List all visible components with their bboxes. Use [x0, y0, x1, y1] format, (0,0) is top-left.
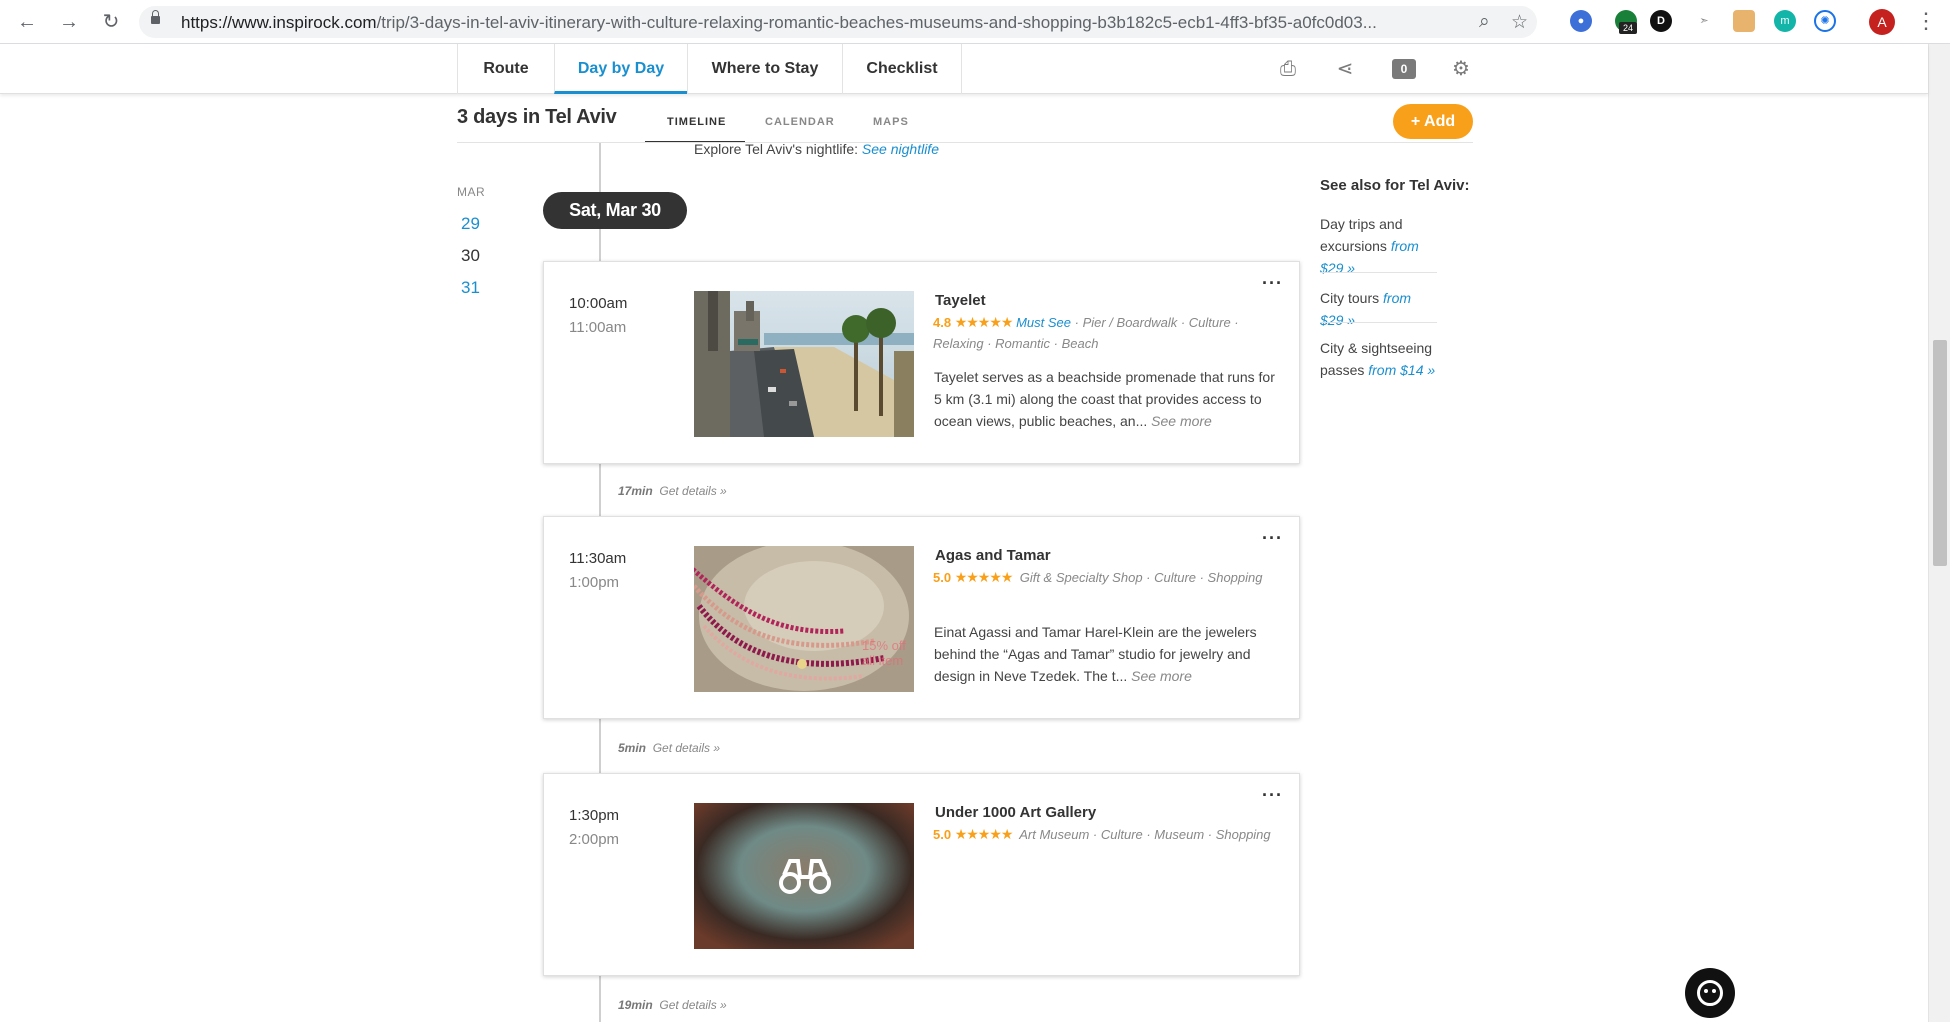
- activity-title[interactable]: Under 1000 Art Gallery: [935, 804, 1096, 821]
- see-more-link[interactable]: See more: [1131, 668, 1192, 684]
- travel-segment: 17min Get details »: [618, 484, 727, 498]
- agas-and-tamar-photo[interactable]: 15% off all item: [694, 546, 914, 692]
- get-details-link[interactable]: Get details »: [653, 741, 720, 755]
- view-tab-calendar[interactable]: CALENDAR: [765, 116, 835, 128]
- extension-icon-2[interactable]: 24: [1615, 10, 1637, 34]
- see-also-title: See also for Tel Aviv:: [1320, 177, 1470, 194]
- discount-overlay: 15% off all item: [862, 638, 906, 668]
- rating-value: 4.8: [933, 315, 952, 330]
- see-also-day-trips[interactable]: Day trips and excursions from $29 »: [1320, 213, 1438, 279]
- trip-title: 3 days in Tel Aviv: [457, 106, 617, 128]
- nightlife-note: Explore Tel Aviv's nightlife: See nightl…: [694, 141, 939, 157]
- browser-toolbar: ← → ↻ https://www.inspirock.com/trip/3-d…: [0, 0, 1950, 44]
- date-30[interactable]: 30: [461, 246, 480, 266]
- activity-description: Tayelet serves as a beachside promenade …: [934, 369, 1275, 429]
- share-icon[interactable]: ⋖: [1333, 58, 1357, 80]
- extension-icon-7[interactable]: ✺: [1814, 10, 1836, 32]
- forward-icon[interactable]: →: [56, 9, 82, 35]
- tab-route[interactable]: Route: [457, 44, 554, 94]
- settings-gear-icon[interactable]: ⚙: [1449, 58, 1473, 80]
- see-also-city-tours[interactable]: City tours from $29 »: [1320, 287, 1438, 331]
- see-nightlife-link[interactable]: See nightlife: [862, 141, 939, 157]
- rating-value: 5.0: [933, 827, 952, 842]
- extension-icon-1[interactable]: ●: [1570, 10, 1592, 32]
- get-details-link[interactable]: Get details »: [659, 484, 726, 498]
- tab-checklist[interactable]: Checklist: [842, 44, 962, 94]
- url-text[interactable]: https://www.inspirock.com/trip/3-days-in…: [181, 13, 1481, 33]
- card-more-icon[interactable]: ···: [1262, 273, 1283, 294]
- profile-avatar[interactable]: A: [1869, 9, 1895, 35]
- month-label: MAR: [457, 185, 486, 199]
- extension-icon-3[interactable]: D: [1650, 10, 1672, 32]
- star-rating-icon: ★★★★★: [954, 569, 1014, 585]
- activity-title[interactable]: Tayelet: [935, 292, 986, 309]
- tags: Art Museum · Culture · Museum · Shopping: [1019, 827, 1271, 842]
- tab-day-by-day[interactable]: Day by Day: [554, 44, 687, 94]
- card-more-icon[interactable]: ···: [1262, 528, 1283, 549]
- services-button[interactable]: [1685, 968, 1735, 1018]
- start-time: 11:30am: [569, 550, 627, 567]
- see-also-passes[interactable]: City & sightseeing passes from $14 »: [1320, 337, 1438, 381]
- comments-count[interactable]: 0: [1392, 59, 1416, 79]
- reload-icon[interactable]: ↻: [98, 9, 124, 35]
- card-more-icon[interactable]: ···: [1262, 785, 1283, 806]
- star-rating-icon: ★★★★★: [954, 826, 1014, 842]
- tayelet-photo[interactable]: [694, 291, 914, 437]
- back-icon[interactable]: ←: [14, 9, 40, 35]
- must-see-tag: Must See: [1016, 315, 1072, 330]
- see-more-link[interactable]: See more: [1151, 413, 1212, 429]
- activity-card-under-1000-art-gallery[interactable]: 1:30pm 2:00pm Under 1000 Art Gallery 5.0…: [543, 773, 1300, 976]
- view-tab-maps[interactable]: MAPS: [873, 116, 909, 128]
- end-time: 1:00pm: [569, 574, 620, 591]
- travel-segment: 19min Get details »: [618, 998, 727, 1012]
- start-time: 10:00am: [569, 295, 628, 312]
- date-29[interactable]: 29: [461, 214, 480, 234]
- address-bar[interactable]: https://www.inspirock.com/trip/3-days-in…: [139, 6, 1537, 38]
- activity-card-tayelet[interactable]: 10:00am 11:00am Tayelet 4.8 ★★★★★ Must S…: [543, 261, 1300, 464]
- get-details-link[interactable]: Get details »: [659, 998, 726, 1012]
- header-divider: [457, 142, 1473, 143]
- activity-meta: 5.0 ★★★★★ Gift & Specialty Shop · Cultur…: [933, 567, 1273, 588]
- end-time: 2:00pm: [569, 831, 620, 848]
- activity-meta: 5.0 ★★★★★ Art Museum · Culture · Museum …: [933, 824, 1273, 845]
- star-rating-icon: ★★★★★: [954, 314, 1014, 330]
- start-time: 1:30pm: [569, 807, 620, 824]
- services-face-icon: [1697, 980, 1723, 1006]
- bookmark-star-icon[interactable]: ☆: [1511, 11, 1528, 34]
- activity-card-agas-and-tamar[interactable]: 11:30am 1:00pm 15% off all item Agas and…: [543, 516, 1300, 719]
- lock-icon: [151, 10, 160, 24]
- see-also-divider: [1320, 272, 1437, 273]
- print-icon[interactable]: ⎙: [1276, 58, 1300, 80]
- extension-icon-4[interactable]: ➣: [1693, 10, 1715, 32]
- trip-tabbar: Route Day by Day Where to Stay Checklist…: [0, 44, 1928, 94]
- scrollbar-thumb[interactable]: [1933, 340, 1947, 566]
- tab-where-to-stay[interactable]: Where to Stay: [687, 44, 842, 94]
- zoom-icon[interactable]: ⌕: [1479, 11, 1490, 33]
- extension-badge: 24: [1619, 22, 1637, 34]
- extension-icon-5[interactable]: [1733, 10, 1755, 32]
- page-scrollbar[interactable]: [1928, 44, 1950, 1022]
- activity-meta: 4.8 ★★★★★ Must See · Pier / Boardwalk · …: [933, 312, 1273, 354]
- see-also-divider: [1320, 322, 1437, 323]
- travel-segment: 5min Get details »: [618, 741, 721, 755]
- activity-title[interactable]: Agas and Tamar: [935, 547, 1051, 564]
- end-time: 11:00am: [569, 319, 627, 336]
- gallery-placeholder-photo[interactable]: [694, 803, 914, 949]
- view-tab-timeline[interactable]: TIMELINE: [667, 116, 726, 128]
- add-button[interactable]: + Add: [1393, 104, 1473, 139]
- tags: Gift & Specialty Shop · Culture · Shoppi…: [1019, 570, 1263, 585]
- date-31[interactable]: 31: [461, 278, 480, 298]
- rating-value: 5.0: [933, 570, 952, 585]
- activity-description: Einat Agassi and Tamar Harel-Klein are t…: [934, 624, 1257, 684]
- day-pill: Sat, Mar 30: [543, 192, 687, 229]
- extension-icon-6[interactable]: m: [1774, 10, 1796, 32]
- browser-menu-icon[interactable]: ⋮: [1915, 8, 1937, 34]
